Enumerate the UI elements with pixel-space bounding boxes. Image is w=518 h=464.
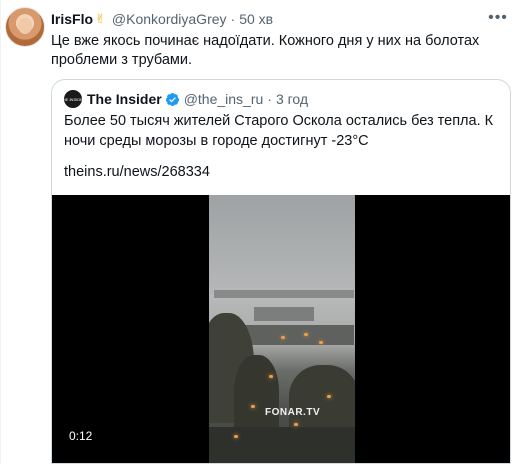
video-frame[interactable]: FONAR.TV — [209, 195, 355, 463]
user-handle[interactable]: @KonkordiyaGrey — [112, 11, 227, 27]
quote-header: THE INSIDER The Insider @the_ins_ru · 3 … — [60, 90, 308, 108]
quote-user-handle[interactable]: @the_ins_ru — [184, 91, 264, 107]
more-horizontal-icon[interactable]: ••• — [488, 9, 508, 27]
video-watermark: FONAR.TV — [265, 407, 321, 418]
timestamp[interactable]: 50 хв — [239, 11, 273, 27]
video-duration: 0:12 — [66, 428, 96, 444]
avatar[interactable] — [5, 7, 45, 47]
display-name[interactable]: IrisFlo — [51, 11, 93, 27]
separator-dot: · — [230, 11, 236, 27]
video-player[interactable]: FONAR.TV 0:12 — [52, 195, 510, 463]
quote-display-name[interactable]: The Insider — [87, 91, 162, 107]
separator-dot: · — [267, 91, 272, 107]
tweet-text: Це вже якось починає надоїдати. Кожного … — [51, 33, 480, 68]
victory-hand-icon: ✌ — [95, 11, 106, 26]
quoted-tweet[interactable]: THE INSIDER The Insider @the_ins_ru · 3 … — [51, 79, 511, 464]
quote-link[interactable]: theins.ru/news/268334 — [64, 162, 210, 182]
verified-badge-icon — [165, 92, 179, 106]
quote-avatar[interactable]: THE INSIDER — [60, 90, 86, 108]
quote-timestamp[interactable]: 3 год — [276, 91, 308, 107]
tweet-header: IrisFlo ✌ @KonkordiyaGrey · 50 хв — [51, 11, 273, 27]
quote-text: Более 50 тысяч жителей Старого Оскола ос… — [64, 113, 494, 149]
tweet[interactable]: IrisFlo ✌ @KonkordiyaGrey · 50 хв ••• Це… — [0, 0, 518, 464]
